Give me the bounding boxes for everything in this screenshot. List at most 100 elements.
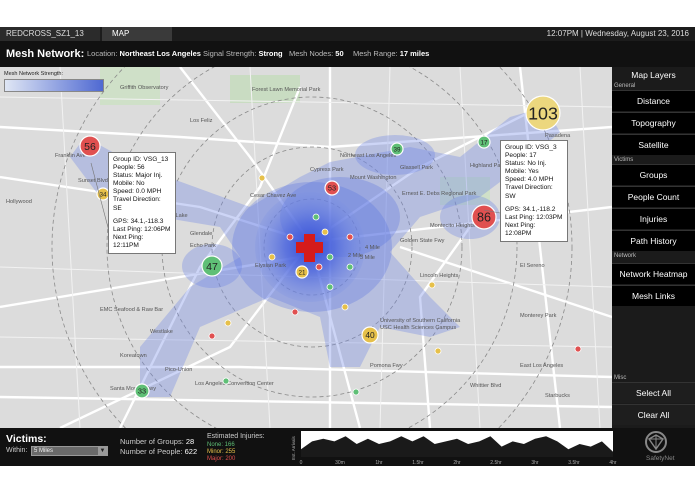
- legend-gradient: [4, 79, 104, 92]
- mesh-node-dot: [428, 281, 436, 289]
- satellite-button[interactable]: Satellite: [612, 134, 695, 155]
- mesh-info-bar: Mesh Network: Location: Northeast Los An…: [0, 41, 695, 67]
- map-canvas[interactable]: Griffith Observatory Forest Lawn Memorial…: [0, 67, 612, 428]
- mesh-node-dot: [312, 213, 320, 221]
- group-marker-label[interactable]: 33: [138, 387, 146, 396]
- group-marker[interactable]: 33: [134, 383, 150, 399]
- chart-ylabel: Est. Arrivals: [291, 435, 296, 460]
- within-value: 5 Miles: [34, 448, 54, 454]
- callout-direction: Travel Direction: SW: [505, 184, 553, 200]
- mesh-node-dot: [352, 388, 360, 396]
- legend-label: Mesh Network Strength:: [4, 71, 63, 77]
- mesh-node-dot: [208, 332, 216, 340]
- injuries-major: Major: 200: [207, 456, 236, 462]
- mesh-node-dot: [574, 345, 582, 353]
- group-marker-label[interactable]: 17: [480, 139, 488, 146]
- map-place-label: University of Southern California: [380, 318, 461, 324]
- tab-session[interactable]: REDCROSS_SZ1_13: [0, 27, 100, 41]
- network-strength-legend: Mesh Network Strength:: [4, 71, 106, 95]
- panel-title: Map Layers: [631, 70, 676, 80]
- callout-speed: Speed: 4.0 MPH: [505, 176, 554, 184]
- page-footer: [0, 466, 695, 494]
- within-select[interactable]: 5 Miles ▼: [31, 446, 108, 456]
- mesh-node-dot: [346, 263, 354, 271]
- map-place-label: Elysian Park: [255, 263, 286, 269]
- group-marker-label[interactable]: 103: [528, 103, 558, 123]
- group-marker-label[interactable]: 21: [298, 269, 306, 276]
- map-place-label: Ernest E. Debs Regional Park: [402, 191, 477, 197]
- map-place-label: Lincoln Heights: [420, 273, 458, 279]
- group-marker-label[interactable]: 86: [477, 211, 491, 225]
- group-marker-label[interactable]: 34: [99, 191, 107, 198]
- callout-last-ping: Last Ping: 12:06PM: [113, 225, 171, 233]
- map-place-label: Glendale: [190, 231, 212, 237]
- callout-people: People: 17: [505, 152, 537, 160]
- clear-all-button[interactable]: Clear All: [612, 404, 695, 425]
- top-bar: REDCROSS_SZ1_13 MAP 12:07PM | Wednesday,…: [0, 27, 695, 41]
- group-marker-label[interactable]: 47: [206, 261, 218, 273]
- group-marker-label[interactable]: 40: [365, 330, 375, 340]
- mesh-node-dot: [224, 319, 232, 327]
- map-place-label: 2 Mile: [348, 253, 363, 259]
- group-marker[interactable]: 47: [201, 255, 223, 277]
- people-count: Number of People: 622: [120, 447, 198, 456]
- mesh-links-button[interactable]: Mesh Links: [612, 285, 695, 306]
- group-marker[interactable]: 17: [477, 135, 491, 149]
- callout-status: Status: Major Inj.: [113, 172, 163, 180]
- mesh-node-dot: [268, 253, 276, 261]
- callout-group-id: Group ID: VSG_3: [505, 144, 557, 151]
- clock: 12:07PM | Wednesday, August 23, 2016: [546, 29, 689, 38]
- group-marker-label[interactable]: 39: [393, 146, 401, 153]
- map-place-label: EMC Seafood & Raw Bar: [100, 307, 163, 313]
- callout-direction: Travel Direction: SE: [113, 196, 161, 212]
- map-place-label: Whittier Blvd: [470, 383, 501, 389]
- map-place-label: Echo Park: [190, 243, 216, 249]
- group-marker-label[interactable]: 53: [328, 184, 336, 193]
- map-place-label: Starbucks: [545, 393, 570, 399]
- injuries-title: Estimated Injuries:: [207, 433, 265, 440]
- map-place-label: USC Health Sciences Campus: [380, 325, 456, 331]
- group-marker[interactable]: 103: [525, 95, 561, 131]
- map-place-label: Pasadena: [545, 133, 571, 139]
- group-marker[interactable]: 86: [471, 204, 497, 230]
- network-heatmap-button[interactable]: Network Heatmap: [612, 263, 695, 284]
- callout-gps: GPS: 34.1,-118.3: [113, 217, 164, 225]
- callout-speed: Speed: 0.0 MPH: [113, 188, 162, 196]
- mesh-node-dot: [258, 174, 266, 182]
- map-view[interactable]: Griffith Observatory Forest Lawn Memorial…: [0, 67, 612, 428]
- people-count-button[interactable]: People Count: [612, 186, 695, 207]
- group-callout: Group ID: VSG_13 People: 56 Status: Majo…: [108, 152, 176, 255]
- mesh-node-dot: [326, 253, 334, 261]
- groups-button[interactable]: Groups: [612, 164, 695, 185]
- map-place-label: El Sereno: [520, 263, 545, 269]
- within-label: Within:: [6, 447, 28, 454]
- map-place-label: 4 Mile: [365, 245, 380, 251]
- map-layers-panel: Map Layers General Distance Topography S…: [612, 67, 695, 428]
- distance-button[interactable]: Distance: [612, 90, 695, 111]
- map-place-label: Forest Lawn Memorial Park: [252, 87, 321, 93]
- location-stat: Location: Northeast Los Angeles: [87, 49, 201, 58]
- group-marker[interactable]: 40: [361, 326, 379, 344]
- map-place-label: Northeast Los Angeles: [340, 153, 396, 159]
- map-place-label: Mount Washington: [350, 175, 396, 181]
- callout-gps: GPS: 34.1,-118.2: [505, 205, 556, 213]
- chevron-down-icon[interactable]: ▼: [98, 447, 107, 455]
- group-marker-label[interactable]: 56: [84, 141, 96, 153]
- map-place-label: Los Feliz: [190, 118, 213, 124]
- arrivals-chart: Est. Arrivals 0 30m 1hr 1.5hr 2hr 2.5hr 3hr 3.5…: [291, 431, 617, 466]
- callout-status: Status: No Inj.: [505, 160, 547, 168]
- callout-last-ping: Last Ping: 12:03PM: [505, 213, 563, 221]
- group-marker[interactable]: 53: [324, 180, 340, 196]
- map-place-label: Sunset Blvd: [78, 178, 108, 184]
- signal-stat: Signal Strength: Strong: [203, 49, 283, 58]
- topography-button[interactable]: Topography: [612, 112, 695, 133]
- injuries-button[interactable]: Injuries: [612, 208, 695, 229]
- injuries-minor: Minor: 255: [207, 449, 236, 455]
- group-marker[interactable]: 21: [295, 265, 309, 279]
- group-marker[interactable]: 39: [390, 142, 404, 156]
- select-all-button[interactable]: Select All: [612, 382, 695, 403]
- mesh-node-dot: [346, 233, 354, 241]
- path-history-button[interactable]: Path History: [612, 230, 695, 251]
- tab-map[interactable]: MAP: [102, 27, 172, 41]
- group-marker[interactable]: 56: [79, 135, 101, 157]
